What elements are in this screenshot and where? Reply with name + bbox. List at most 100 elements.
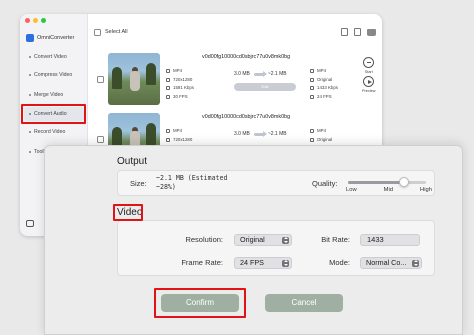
size-from: 3.0 MB xyxy=(234,71,250,77)
size-to: ~2.1 MB xyxy=(267,71,287,77)
output-section-title: Output xyxy=(117,156,148,167)
size-value: ~2.1 MB (Estimated ~28%) xyxy=(156,174,228,191)
framerate-value: 24 FPS xyxy=(240,258,264,267)
size-change: 3.0 MB ~2.1 MB xyxy=(234,70,287,77)
target-resolution: Original xyxy=(317,76,333,82)
bullet-icon xyxy=(29,113,31,115)
quality-mark-mid: Mid xyxy=(383,187,394,193)
resolution-icon xyxy=(310,77,314,82)
window-controls xyxy=(25,18,46,23)
bitrate-input[interactable]: 1433 xyxy=(360,234,420,246)
target-bitrate: 1433 Kbps xyxy=(317,85,338,90)
feedback-icon[interactable] xyxy=(26,220,34,227)
target-fps: 24 FPS xyxy=(317,93,332,99)
format-icon xyxy=(310,129,314,134)
start-button[interactable] xyxy=(363,57,375,68)
toolbar-actions xyxy=(341,28,376,36)
app-name: OmniConverter xyxy=(37,35,75,41)
sidebar-item-label: Record Video xyxy=(34,129,66,135)
resolution-label: Resolution: xyxy=(185,235,223,244)
sidebar-item-merge-video[interactable]: Merge Video xyxy=(24,88,84,102)
target-format: MP4 xyxy=(317,68,327,73)
sidebar-item-label: Compress Video xyxy=(34,72,73,78)
arrow-right-icon xyxy=(253,130,267,137)
bullet-icon xyxy=(29,74,31,76)
target-attributes: MP4 Original xyxy=(310,127,332,144)
bullet-icon xyxy=(29,131,31,133)
target-format: MP4 xyxy=(317,128,327,133)
file-name: v0d00fg10000cd0sbjrc77u0v8mk0bg xyxy=(202,114,291,120)
bullet-icon xyxy=(29,56,31,58)
target-attributes: MP4 Original 1433 Kbps 24 FPS xyxy=(310,67,338,101)
source-bitrate: 1591 Kbps xyxy=(173,85,194,90)
resolution-value: Original xyxy=(240,235,265,244)
row-checkbox[interactable] xyxy=(97,136,104,143)
select-all-label: Select All xyxy=(105,29,128,35)
quality-slider-handle[interactable] xyxy=(399,177,410,187)
mode-select[interactable]: Normal Co... xyxy=(360,257,422,269)
format-icon xyxy=(310,69,314,74)
source-format: MP4 xyxy=(173,128,183,133)
sidebar-item-convert-audio[interactable]: Convert Audio xyxy=(24,107,84,121)
app-brand: OmniConverter xyxy=(26,34,74,42)
video-thumbnail xyxy=(108,53,160,105)
start-label: Start xyxy=(364,70,373,74)
preview-label: Preview xyxy=(362,89,376,93)
quality-slider[interactable] xyxy=(348,177,426,187)
bullet-icon xyxy=(29,94,31,96)
file-name: v0d00fg10000cd0sbjrc77u0v8mk0bg xyxy=(202,54,291,60)
format-icon xyxy=(166,129,170,134)
sidebar-item-record-video[interactable]: Record Video xyxy=(24,125,84,139)
arrow-right-icon xyxy=(253,70,267,77)
cancel-button[interactable]: Cancel xyxy=(265,294,343,312)
trash-icon[interactable] xyxy=(341,28,348,36)
fps-icon xyxy=(166,94,170,99)
size-change: 3.0 MB ~2.1 MB xyxy=(234,130,287,137)
video-panel: Resolution: Original Bit Rate: 1433 Fram… xyxy=(117,220,435,276)
mode-value: Normal Co... xyxy=(366,258,407,267)
sidebar-item-convert-video[interactable]: Convert Video xyxy=(24,50,84,64)
resolution-icon xyxy=(310,137,314,142)
target-resolution: Original xyxy=(317,136,333,142)
up-down-chevron-icon xyxy=(412,259,419,267)
source-attributes: MP4 720x1280 xyxy=(166,127,192,144)
size-to: ~2.1 MB xyxy=(267,131,287,137)
folder-icon[interactable] xyxy=(367,28,376,36)
source-resolution: 720x1280 xyxy=(173,76,193,82)
bitrate-icon xyxy=(166,86,170,91)
zoom-window-button[interactable] xyxy=(41,18,46,23)
resolution-icon xyxy=(166,137,170,142)
bitrate-icon xyxy=(310,86,314,91)
quality-label: Quality: xyxy=(312,179,338,188)
bullet-icon xyxy=(29,151,31,153)
sidebar-item-label: Convert Video xyxy=(34,54,67,60)
source-resolution: 720x1280 xyxy=(173,136,193,142)
source-fps: 30 FPS xyxy=(173,93,188,99)
preview-button[interactable] xyxy=(363,76,375,87)
source-attributes: MP4 720x1280 1591 Kbps 30 FPS xyxy=(166,67,194,101)
fps-icon xyxy=(310,94,314,99)
output-panel: Size: ~2.1 MB (Estimated ~28%) Quality: … xyxy=(117,170,435,196)
file-row: v0d00fg10000cd0sbjrc77u0v8mk0bg MP4 720x… xyxy=(94,51,380,109)
bitrate-label: Bit Rate: xyxy=(321,235,350,244)
file-list-toolbar: Select All xyxy=(94,26,376,38)
sidebar-item-label: Convert Audio xyxy=(34,111,67,117)
quality-mark-high: High xyxy=(420,187,432,193)
row-checkbox[interactable] xyxy=(97,76,104,83)
edit-button[interactable]: Edit xyxy=(234,83,296,91)
close-window-button[interactable] xyxy=(25,18,30,23)
source-format: MP4 xyxy=(173,68,183,73)
resolution-icon xyxy=(166,77,170,82)
confirm-button[interactable]: Confirm xyxy=(161,294,239,312)
minimize-window-button[interactable] xyxy=(33,18,38,23)
video-section-title: Video xyxy=(117,207,143,218)
framerate-label: Frame Rate: xyxy=(181,258,223,267)
file-icon[interactable] xyxy=(354,28,361,36)
sidebar-item-compress-video[interactable]: Compress Video xyxy=(24,68,84,82)
row-actions: Start Preview xyxy=(362,57,376,93)
format-icon xyxy=(166,69,170,74)
mode-label: Mode: xyxy=(329,258,350,267)
select-all-checkbox[interactable] xyxy=(94,28,101,36)
size-from: 3.0 MB xyxy=(234,131,250,137)
quality-slider-fill xyxy=(348,181,405,184)
